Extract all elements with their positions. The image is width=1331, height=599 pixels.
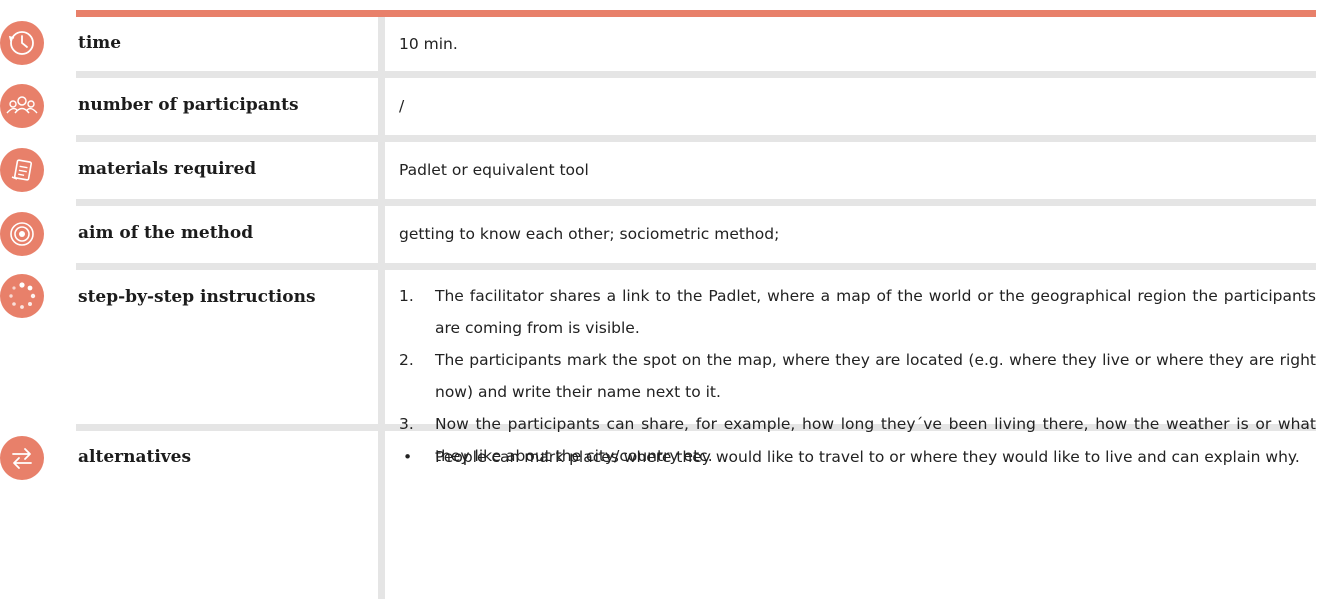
bullet-icon: • bbox=[403, 448, 413, 466]
alternatives-list: • People can mark places where they would… bbox=[399, 441, 1316, 473]
swap-arrows-icon bbox=[0, 436, 44, 480]
target-icon bbox=[0, 212, 44, 256]
list-item: 2. The participants mark the spot on the … bbox=[399, 344, 1316, 408]
row-value: Padlet or equivalent tool bbox=[399, 161, 589, 179]
row-label: materials required bbox=[78, 159, 257, 179]
row-aim: aim of the method getting to know each o… bbox=[0, 206, 1331, 263]
row-steps: step-by-step instructions 1. The facilita… bbox=[0, 270, 1331, 465]
row-participants: number of participants / bbox=[0, 78, 1331, 135]
list-text: The participants mark the spot on the ma… bbox=[435, 351, 1316, 401]
list-item: • People can mark places where they would… bbox=[399, 441, 1316, 473]
row-divider bbox=[76, 199, 1316, 206]
row-time: time 10 min. bbox=[0, 17, 1331, 71]
list-text: People can mark places where they would … bbox=[435, 448, 1300, 466]
list-number: 1. bbox=[399, 287, 414, 305]
row-divider bbox=[76, 135, 1316, 142]
list-text: The facilitator shares a link to the Pad… bbox=[435, 287, 1316, 337]
list-number: 2. bbox=[399, 351, 414, 369]
dotted-circle-icon bbox=[0, 274, 44, 318]
row-divider bbox=[76, 71, 1316, 78]
row-label: step-by-step instructions bbox=[78, 287, 316, 307]
row-value: getting to know each other; sociometric … bbox=[399, 225, 780, 243]
row-materials: materials required Padlet or equivalent … bbox=[0, 142, 1331, 199]
group-icon bbox=[0, 84, 44, 128]
clock-icon bbox=[0, 21, 44, 65]
row-value: 10 min. bbox=[399, 35, 458, 53]
top-accent-bar bbox=[76, 10, 1316, 17]
document-icon bbox=[0, 148, 44, 192]
row-divider bbox=[76, 263, 1316, 270]
row-label: alternatives bbox=[78, 447, 192, 467]
list-item: 1. The facilitator shares a link to the P… bbox=[399, 280, 1316, 344]
row-alternatives: alternatives • People can mark places whe… bbox=[0, 431, 1331, 599]
row-label: aim of the method bbox=[78, 223, 254, 243]
row-label: time bbox=[78, 33, 122, 53]
row-label: number of participants bbox=[78, 95, 299, 115]
row-value: / bbox=[399, 97, 405, 115]
